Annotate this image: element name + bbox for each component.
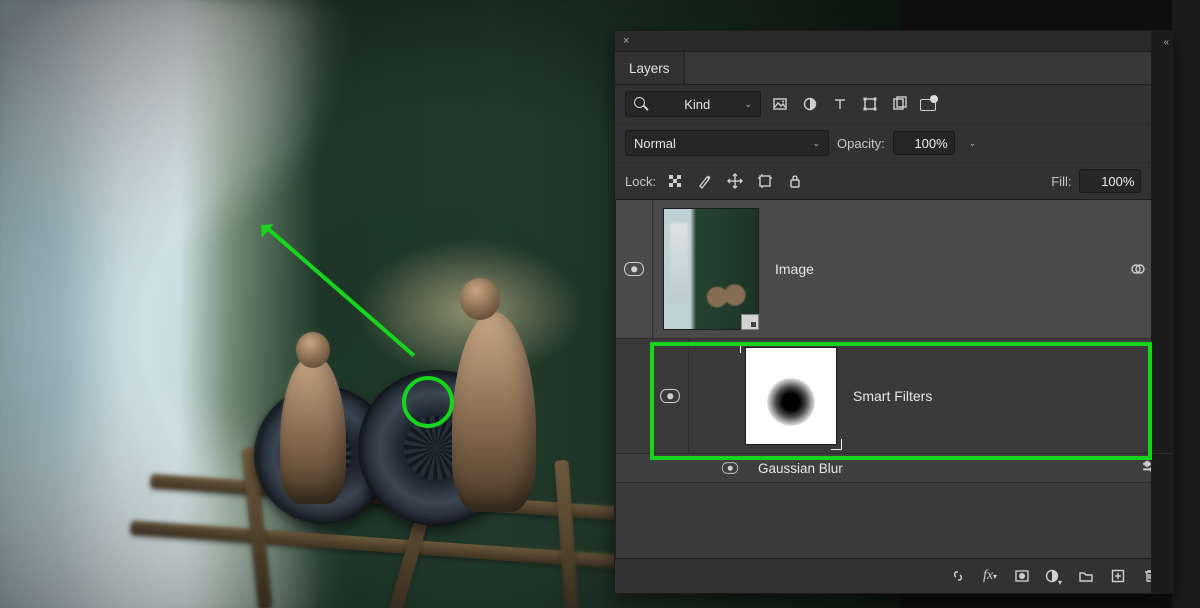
type-layers-icon[interactable]	[829, 93, 851, 115]
opacity-label: Opacity:	[837, 136, 885, 151]
shape-layers-icon[interactable]	[859, 93, 881, 115]
tab-layers[interactable]: Layers	[615, 52, 685, 84]
new-group-icon[interactable]	[1075, 565, 1097, 587]
lock-all-icon[interactable]	[784, 170, 806, 192]
artboard-filter-icon[interactable]	[923, 93, 945, 115]
layer-row-image[interactable]: Image ⌃	[616, 200, 1173, 339]
smart-object-badge-icon	[741, 314, 759, 330]
smart-filters-row[interactable]: Smart Filters	[616, 339, 1173, 454]
visibility-toggle[interactable]	[712, 454, 748, 482]
layers-panel: « × ›› Layers Kind ⌄	[614, 30, 1174, 594]
chevron-down-icon: ⌄	[812, 138, 820, 149]
opacity-value: 100%	[914, 136, 947, 151]
panel-dock-strip: «	[1151, 31, 1173, 593]
smart-filter-item-row[interactable]: Gaussian Blur	[616, 454, 1173, 483]
fill-label: Fill:	[1051, 174, 1071, 189]
smart-object-layers-icon[interactable]	[889, 93, 911, 115]
chevron-down-icon: ⌄	[744, 99, 752, 110]
filter-mask-link-icon[interactable]	[1130, 261, 1146, 277]
collapse-dock-icon[interactable]: «	[1163, 37, 1169, 48]
eye-icon	[660, 389, 680, 403]
mask-preview	[767, 378, 815, 426]
lock-transparent-icon[interactable]	[664, 170, 686, 192]
lock-position-icon[interactable]	[724, 170, 746, 192]
smart-filters-label: Smart Filters	[853, 388, 1173, 404]
eye-icon	[722, 462, 738, 473]
layer-style-icon[interactable]: fx▾	[979, 565, 1001, 587]
new-layer-icon[interactable]	[1107, 565, 1129, 587]
annotation-circle	[402, 376, 454, 428]
filter-mask-thumbnail[interactable]	[745, 347, 837, 445]
add-mask-icon[interactable]	[1011, 565, 1033, 587]
lock-artboard-icon[interactable]	[754, 170, 776, 192]
visibility-toggle[interactable]	[616, 200, 653, 338]
layers-panel-footer: fx▾ ▾	[615, 558, 1173, 593]
eye-icon	[624, 262, 644, 276]
blend-opacity-row: Normal ⌄ Opacity: 100% ⌄	[615, 124, 1173, 163]
panel-tabbar: Layers	[615, 52, 1173, 85]
filter-kind-label: Kind	[684, 97, 710, 112]
visibility-toggle[interactable]	[652, 339, 689, 453]
chevron-down-icon[interactable]: ⌄	[969, 138, 977, 149]
blend-mode-dropdown[interactable]: Normal ⌄	[625, 130, 829, 156]
panel-titlebar: × ››	[615, 31, 1173, 52]
link-layers-icon[interactable]	[947, 565, 969, 587]
blend-mode-value: Normal	[634, 136, 676, 151]
new-adjustment-icon[interactable]: ▾	[1043, 565, 1065, 587]
layer-filter-row: Kind ⌄	[615, 85, 1173, 124]
layer-thumbnail[interactable]	[663, 208, 759, 330]
adjustment-layers-icon[interactable]	[799, 93, 821, 115]
search-icon	[634, 97, 650, 111]
lock-label: Lock:	[625, 174, 656, 189]
pixel-layers-icon[interactable]	[769, 93, 791, 115]
fill-field[interactable]: 100%	[1079, 169, 1141, 193]
layer-name[interactable]: Image	[775, 261, 1130, 277]
filter-name[interactable]: Gaussian Blur	[758, 461, 1139, 476]
opacity-field[interactable]: 100%	[893, 131, 955, 155]
fill-value: 100%	[1101, 174, 1134, 189]
close-icon[interactable]: ×	[623, 35, 629, 47]
lock-fill-row: Lock: Fill: 100% ⌄	[615, 163, 1173, 200]
layer-list: Image ⌃ Smart Filters	[615, 200, 1173, 558]
lock-paint-icon[interactable]	[694, 170, 716, 192]
filter-kind-dropdown[interactable]: Kind ⌄	[625, 91, 761, 117]
tab-label: Layers	[629, 61, 670, 76]
